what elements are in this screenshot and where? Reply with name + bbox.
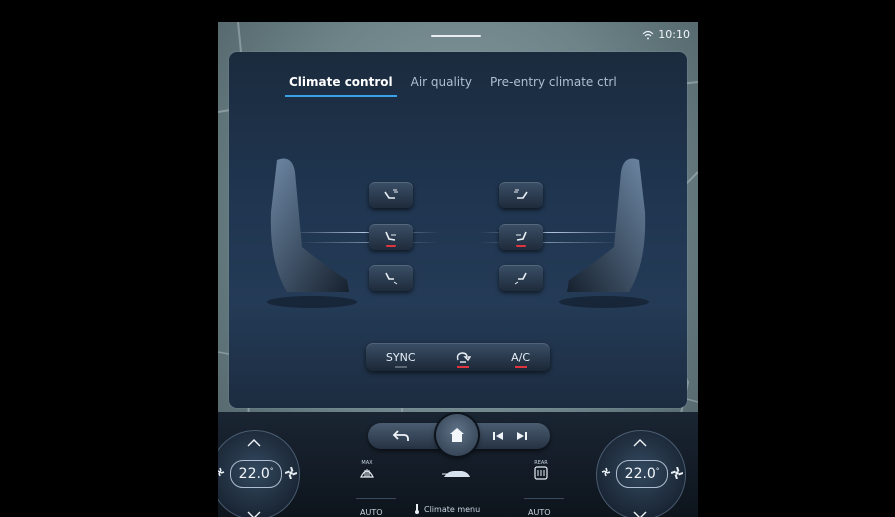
climate-menu-button[interactable]: Climate menu: [414, 504, 480, 514]
auto-left-label[interactable]: AUTO: [360, 508, 383, 517]
infotainment-screen: 10:10 Climate control Air quality Pre-en…: [218, 22, 698, 517]
status-bar: 10:10: [218, 22, 698, 46]
pull-down-handle[interactable]: [431, 35, 481, 37]
front-defrost-icon: [360, 469, 374, 478]
airflow-middle-right-button[interactable]: [499, 224, 543, 250]
active-indicator: [457, 366, 470, 368]
inactive-indicator: [394, 366, 407, 368]
airflow-middle-left-icon: [385, 231, 396, 241]
climate-panel: Climate control Air quality Pre-entry cl…: [229, 52, 687, 408]
airflow-lower-right-button[interactable]: [499, 265, 543, 291]
clock: 10:10: [658, 28, 690, 41]
left-seat-illustration: [267, 158, 357, 308]
tab-pre-entry-climate[interactable]: Pre-entry climate ctrl: [486, 75, 621, 97]
degree-symbol: °: [655, 467, 660, 475]
fan-high-icon[interactable]: [671, 467, 683, 479]
ac-label: A/C: [511, 350, 531, 364]
car-airflow-icon: [442, 471, 470, 477]
home-icon: [450, 428, 464, 442]
left-temperature-value: 22.0: [238, 466, 270, 482]
airflow-upper-left-icon: [384, 189, 398, 199]
ac-button[interactable]: A/C: [505, 343, 536, 371]
divider: [356, 498, 396, 499]
temp-down-icon[interactable]: [247, 511, 261, 517]
active-indicator: [516, 245, 526, 247]
status-indicators: 10:10: [642, 28, 690, 41]
sync-button[interactable]: SYNC: [380, 343, 422, 371]
skip-next-icon[interactable]: [516, 430, 528, 442]
fan-low-icon[interactable]: [218, 467, 225, 477]
airflow-lower-left-icon: [385, 272, 398, 285]
airflow-middle-left-button[interactable]: [369, 224, 413, 250]
left-temperature-dial[interactable]: 22.0 °: [218, 430, 300, 517]
climate-dock: 22.0 ° 22.0 ° MAX REAR AUTO Climate menu…: [218, 412, 698, 517]
airflow-lower-left-button[interactable]: [369, 265, 413, 291]
airflow-middle-right-icon: [516, 231, 527, 241]
right-seat-illustration: [559, 158, 649, 308]
home-button[interactable]: [436, 414, 478, 456]
airflow-upper-left-button[interactable]: [369, 182, 413, 208]
degree-symbol: °: [269, 467, 274, 475]
sync-label: SYNC: [385, 350, 416, 364]
tab-bar: Climate control Air quality Pre-entry cl…: [285, 75, 621, 97]
temp-down-icon[interactable]: [633, 511, 647, 517]
max-defrost-front-button[interactable]: MAX: [359, 460, 375, 480]
tab-air-quality[interactable]: Air quality: [407, 75, 476, 97]
right-temperature-value: 22.0: [624, 466, 656, 482]
divider: [524, 498, 564, 499]
left-temperature-display[interactable]: 22.0 °: [230, 460, 282, 488]
right-temperature-dial[interactable]: 22.0 °: [596, 430, 686, 517]
recirculation-button[interactable]: [449, 343, 477, 371]
temp-up-icon[interactable]: [633, 439, 647, 447]
climate-function-bar: SYNC A/C: [366, 343, 550, 371]
tab-climate-control[interactable]: Climate control: [285, 75, 397, 97]
airflow-upper-right-button[interactable]: [499, 182, 543, 208]
climate-menu-icon: [415, 504, 419, 514]
climate-car-button[interactable]: [442, 468, 472, 480]
climate-menu-label: Climate menu: [424, 504, 481, 514]
back-icon[interactable]: [392, 429, 410, 443]
active-indicator: [514, 366, 527, 368]
temp-up-icon[interactable]: [247, 439, 261, 447]
auto-right-label[interactable]: AUTO: [528, 508, 551, 517]
airflow-lower-right-icon: [514, 272, 527, 285]
active-indicator: [386, 245, 396, 247]
skip-previous-icon[interactable]: [492, 430, 504, 442]
max-defrost-rear-button[interactable]: REAR: [534, 460, 548, 480]
fan-high-icon[interactable]: [285, 467, 297, 479]
recirculation-icon: [457, 352, 472, 363]
wifi-icon: [642, 30, 654, 39]
rear-defrost-icon: [534, 466, 548, 480]
right-temperature-display[interactable]: 22.0 °: [616, 460, 668, 488]
fan-low-icon[interactable]: [601, 467, 611, 477]
airflow-upper-right-icon: [514, 189, 528, 199]
